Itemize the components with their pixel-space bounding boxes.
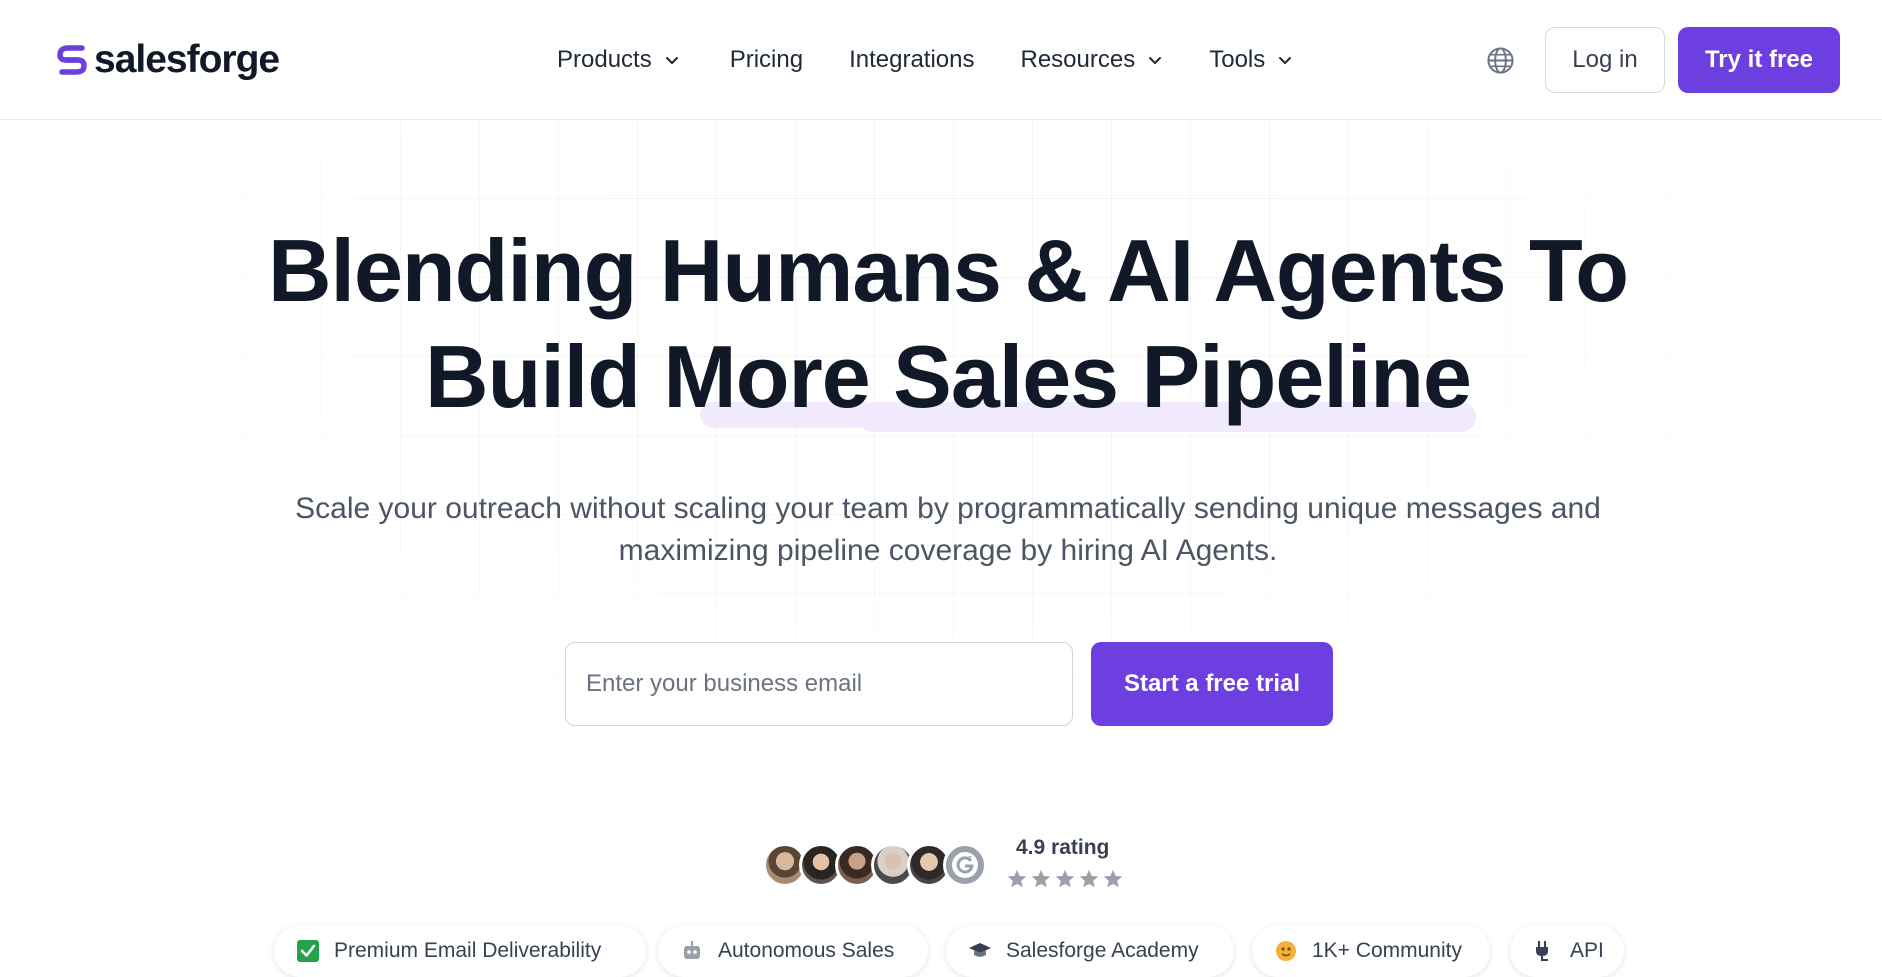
globe-icon[interactable] xyxy=(1486,46,1515,75)
star-icon xyxy=(1055,869,1075,888)
star-icon xyxy=(1103,869,1123,888)
subheadline-line-2: maximizing pipeline coverage by hiring A… xyxy=(618,534,1278,567)
site-header: salesforge Products Pricing Integrations… xyxy=(0,0,1882,120)
rating-stars xyxy=(1006,868,1126,890)
feature-pill-academy[interactable]: Salesforge Academy xyxy=(946,925,1234,977)
logo-text: salesforge xyxy=(94,38,280,81)
salesforge-logo-icon xyxy=(57,45,87,75)
plug-icon xyxy=(1536,940,1548,961)
chevron-down-icon xyxy=(665,57,678,64)
check-box-icon xyxy=(297,940,319,962)
nav-pricing-label: Pricing xyxy=(729,46,804,73)
hero-subheadline: Scale your outreach without scaling your… xyxy=(0,488,1882,572)
g2-logo-icon: 2 xyxy=(952,852,978,878)
feature-pill-label: 1K+ Community xyxy=(1312,939,1462,962)
headline-line-1: Blending Humans & AI Agents To xyxy=(267,221,1629,320)
nav-products-label: Products xyxy=(557,46,652,73)
feature-pill-label: Autonomous Sales xyxy=(718,939,895,962)
nav-integrations-label: Integrations xyxy=(849,46,975,73)
chevron-down-icon xyxy=(1279,57,1292,64)
feature-pill-label: Premium Email Deliverability xyxy=(334,939,602,962)
nav-products[interactable]: Products xyxy=(557,46,680,74)
nav-tools-label: Tools xyxy=(1209,46,1266,73)
feature-pill-autonomous-sales[interactable]: Autonomous Sales xyxy=(658,925,928,977)
graduation-cap-icon xyxy=(969,943,991,957)
main-nav: Products Pricing Integrations Resources … xyxy=(557,36,1293,84)
svg-text:2: 2 xyxy=(968,856,972,863)
feature-pill-deliverability[interactable]: Premium Email Deliverability xyxy=(274,925,646,977)
star-icon xyxy=(1007,869,1027,888)
feature-pill-api[interactable]: API xyxy=(1510,925,1624,977)
login-button[interactable]: Log in xyxy=(1545,27,1665,93)
robot-icon xyxy=(684,941,700,959)
community-icon xyxy=(1276,941,1296,961)
rating-label: 4.9 rating xyxy=(1016,836,1110,859)
try-it-free-button[interactable]: Try it free xyxy=(1678,27,1840,93)
g2-badge-icon: 2 xyxy=(943,843,987,887)
business-email-input[interactable] xyxy=(565,642,1073,726)
hero-headline: Blending Humans & AI Agents To Build Mor… xyxy=(0,218,1882,430)
chevron-down-icon xyxy=(1149,57,1162,64)
nav-tools[interactable]: Tools xyxy=(1209,46,1293,74)
feature-pill-label: Salesforge Academy xyxy=(1006,939,1199,962)
feature-pill-label: API xyxy=(1570,939,1604,962)
nav-resources-label: Resources xyxy=(1020,46,1136,73)
subheadline-line-1: Scale your outreach without scaling your… xyxy=(295,492,1601,525)
start-free-trial-button[interactable]: Start a free trial xyxy=(1091,642,1333,726)
salesforge-logo[interactable]: salesforge xyxy=(56,38,280,82)
star-icon xyxy=(1079,869,1099,888)
nav-resources[interactable]: Resources xyxy=(1021,46,1164,74)
headline-line-2: Build More Sales Pipeline xyxy=(425,327,1472,426)
feature-pill-community[interactable]: 1K+ Community xyxy=(1252,925,1490,977)
nav-integrations[interactable]: Integrations xyxy=(849,46,974,74)
nav-pricing[interactable]: Pricing xyxy=(730,46,803,74)
star-icon xyxy=(1031,869,1051,888)
